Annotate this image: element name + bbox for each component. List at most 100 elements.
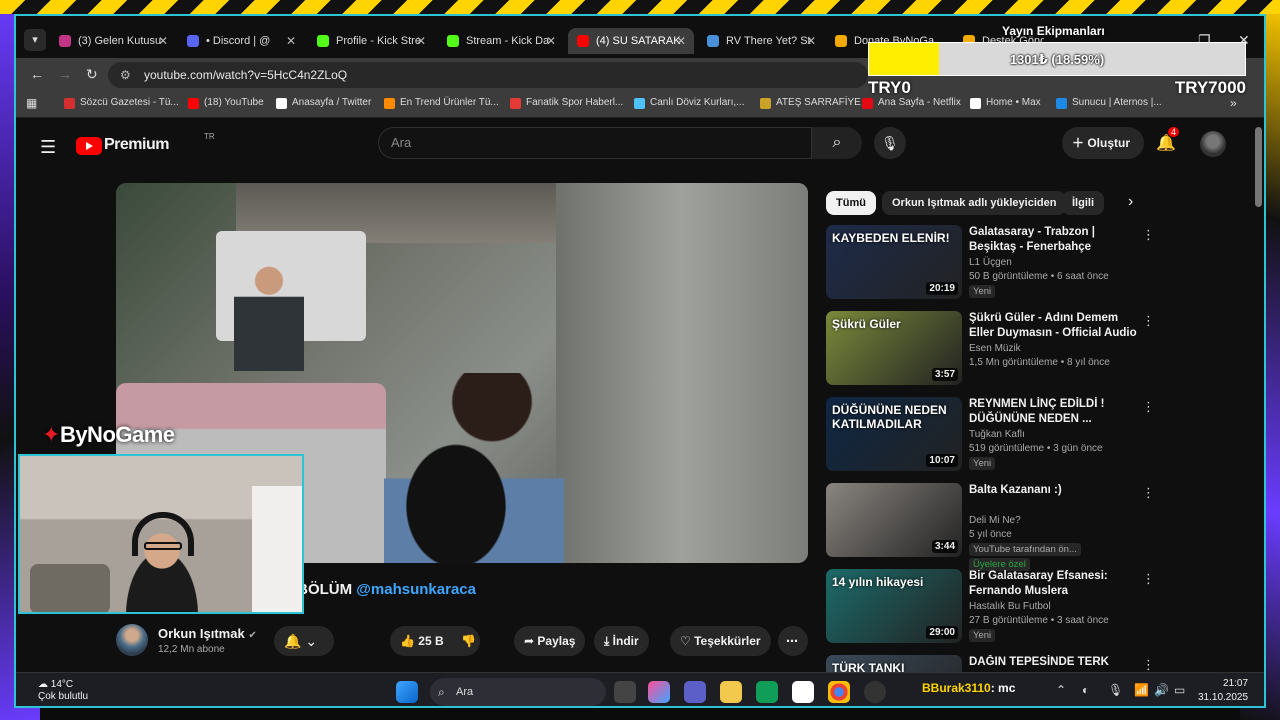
search-icon[interactable]: ⌕ [812, 127, 862, 159]
close-icon[interactable]: ✕ [416, 28, 426, 54]
recommendation-item[interactable]: Şükrü Güler 3:57 Şükrü Güler - Adını Demem… [826, 311, 1166, 387]
volume-icon[interactable]: 🔊 [1154, 683, 1169, 697]
tab-gmail[interactable]: (3) Gelen Kutusu ✕ [50, 28, 176, 54]
download-button[interactable]: ⤓ İndir [594, 626, 649, 656]
url-field[interactable]: ⚙ youtube.com/watch?v=5HcC4n2ZLoQ [108, 62, 868, 88]
video-title[interactable]: DAĞIN TEPESİNDE TERK [969, 655, 1139, 670]
subscribed-button[interactable]: 🔔 ⌄ [274, 626, 334, 656]
video-title[interactable]: Galatasaray - Trabzon | Beşiktaş - Fener… [969, 225, 1139, 255]
edge-icon[interactable] [756, 681, 778, 703]
more-options-icon[interactable]: ⋮ [1142, 313, 1155, 329]
tab-kick-stream[interactable]: Stream - Kick Da ✕ [438, 28, 564, 54]
more-actions-icon[interactable]: ⋯ [778, 626, 808, 656]
recommendation-item[interactable]: KAYBEDEN ELENİR! 20:19 Galatasaray - Trabz… [826, 225, 1166, 301]
site-info-icon[interactable]: ⚙ [120, 62, 131, 88]
video-title[interactable]: Balta Kazananı :) [969, 483, 1139, 498]
mic-tray-icon[interactable]: 🎙 [1108, 683, 1123, 697]
mic-icon[interactable]: 🎙 [874, 127, 906, 159]
channel-name[interactable]: Tuğkan Kaflı [969, 429, 1025, 440]
bookmark-label: ATEŞ SARRAFİYE [776, 97, 861, 108]
more-options-icon[interactable]: ⋮ [1142, 227, 1155, 243]
channel-avatar[interactable] [116, 624, 148, 656]
forward-icon[interactable]: → [58, 66, 72, 82]
channel-name[interactable]: Esen Müzik [969, 343, 1021, 354]
bookmark-youtube[interactable]: (18) YouTube [188, 97, 264, 109]
taskbar-search[interactable]: ⌕ Ara [430, 678, 606, 706]
close-icon[interactable]: ✕ [806, 28, 816, 54]
bookmark-twitter[interactable]: Anasayfa / Twitter [276, 97, 371, 109]
thanks-button[interactable]: ♡ Teşekkürler [670, 626, 771, 656]
create-button[interactable]: ＋ Oluştur [1062, 127, 1144, 159]
chip-uploader[interactable]: Orkun Işıtmak adlı yükleyiciden [882, 191, 1067, 215]
tab-kick-profile[interactable]: Profile - Kick Stre ✕ [308, 28, 434, 54]
video-thumbnail[interactable]: Şükrü Güler 3:57 [826, 311, 962, 385]
close-icon[interactable]: ✕ [286, 28, 296, 54]
bookmark-fanatik[interactable]: Fanatik Spor Haberl... [510, 97, 623, 109]
thanks-label: Teşekkürler [694, 634, 761, 648]
more-options-icon[interactable]: ⋮ [1142, 485, 1155, 501]
chevron-right-icon[interactable]: › [1128, 193, 1133, 211]
x-icon [276, 98, 287, 109]
tab-search-icon[interactable]: ▾ [24, 29, 46, 51]
close-icon[interactable]: ✕ [158, 28, 168, 54]
system-clock[interactable]: 21:07 31.10.2025 [1198, 677, 1248, 705]
more-options-icon[interactable]: ⋮ [1142, 657, 1155, 673]
channel-name[interactable]: L1 Üçgen [969, 257, 1012, 268]
tab-youtube[interactable]: (4) SU SATARAK ✕ [568, 28, 694, 54]
search-icon: ⌕ [438, 685, 445, 699]
video-meta: 27 B görüntüleme • 3 saat önce [969, 615, 1109, 626]
share-button[interactable]: ➦ Paylaş [514, 626, 586, 656]
close-icon[interactable]: ✕ [676, 28, 686, 54]
discord-tray-icon[interactable]: ◐ [1082, 683, 1089, 697]
recommendation-item[interactable]: DÜĞÜNÜNE NEDEN KATILMADILAR 10:07 REYNMEN … [826, 397, 1166, 473]
video-thumbnail[interactable]: 3:44 [826, 483, 962, 557]
recommendation-item[interactable]: 14 yılın hikayesi 29:00 Bir Galatasaray Ef… [826, 569, 1166, 645]
scrollbar-thumb[interactable] [1255, 127, 1262, 207]
video-thumbnail[interactable]: DÜĞÜNÜNE NEDEN KATILMADILAR 10:07 [826, 397, 962, 471]
store-icon[interactable] [792, 681, 814, 703]
bookmark-doviz[interactable]: Canlı Döviz Kurları,... [634, 97, 744, 109]
account-avatar[interactable] [1200, 131, 1226, 157]
url-text: youtube.com/watch?v=5HcC4n2ZLoQ [144, 68, 348, 82]
bookmark-sozcu[interactable]: Sözcü Gazetesi - Tü... [64, 97, 179, 109]
like-button[interactable]: 👍 25 B 👎 [390, 626, 480, 656]
chip-related[interactable]: İlgili [1062, 191, 1104, 215]
recommendation-item[interactable]: 3:44 Balta Kazananı :) Deli Mi Ne? 5 yıl ön… [826, 483, 1166, 571]
chip-all[interactable]: Tümü [826, 191, 876, 215]
video-title[interactable]: REYNMEN LİNÇ EDİLDİ ! DÜĞÜNÜNE NEDEN ... [969, 397, 1139, 427]
tray-chevron-icon[interactable]: ⌃ [1056, 683, 1066, 697]
weather-widget[interactable]: ☁ 14°C Çok bulutlu [38, 679, 88, 703]
channel-name[interactable]: Orkun Işıtmak ✔ [158, 626, 257, 641]
apps-grid-icon[interactable]: ▦ [26, 96, 37, 110]
battery-icon[interactable]: ▭ [1174, 683, 1185, 697]
tab-discord[interactable]: • Discord | @ ✕ [178, 28, 304, 54]
menu-icon[interactable]: ☰ [40, 137, 56, 158]
tab-steam[interactable]: RV There Yet? St ✕ [698, 28, 824, 54]
channel-name[interactable]: Deli Mi Ne? [969, 515, 1021, 526]
reload-icon[interactable]: ↻ [86, 66, 98, 83]
chrome-icon[interactable] [828, 681, 850, 703]
back-icon[interactable]: ← [30, 66, 44, 82]
wifi-icon[interactable]: 📶 [1134, 683, 1149, 697]
video-title-tag[interactable]: @mahsunkaraca [356, 581, 476, 598]
video-title[interactable]: Bir Galatasaray Efsanesi: Fernando Musle… [969, 569, 1139, 599]
page-scrollbar[interactable] [1252, 119, 1264, 669]
task-view-icon[interactable] [614, 681, 636, 703]
close-icon[interactable]: ✕ [546, 28, 556, 54]
windows-start-icon[interactable] [396, 681, 418, 703]
bookmark-ates[interactable]: ATEŞ SARRAFİYE [760, 97, 861, 109]
more-options-icon[interactable]: ⋮ [1142, 399, 1155, 415]
copilot-icon[interactable] [648, 681, 670, 703]
file-explorer-icon[interactable] [720, 681, 742, 703]
video-title[interactable]: Şükrü Güler - Adını Demem Eller Duymasın… [969, 311, 1139, 341]
teams-icon[interactable] [684, 681, 706, 703]
video-thumbnail[interactable]: 14 yılın hikayesi 29:00 [826, 569, 962, 643]
video-thumbnail[interactable]: KAYBEDEN ELENİR! 20:19 [826, 225, 962, 299]
obs-icon[interactable] [864, 681, 886, 703]
notifications-icon[interactable]: 🔔 4 [1156, 127, 1180, 153]
channel-name[interactable]: Hastalık Bu Futbol [969, 601, 1051, 612]
bookmark-trend[interactable]: En Trend Ürünler Tü... [384, 97, 499, 109]
more-options-icon[interactable]: ⋮ [1142, 571, 1155, 587]
search-input[interactable]: Ara [378, 127, 812, 159]
thumbnail-caption: Şükrü Güler [832, 317, 901, 331]
